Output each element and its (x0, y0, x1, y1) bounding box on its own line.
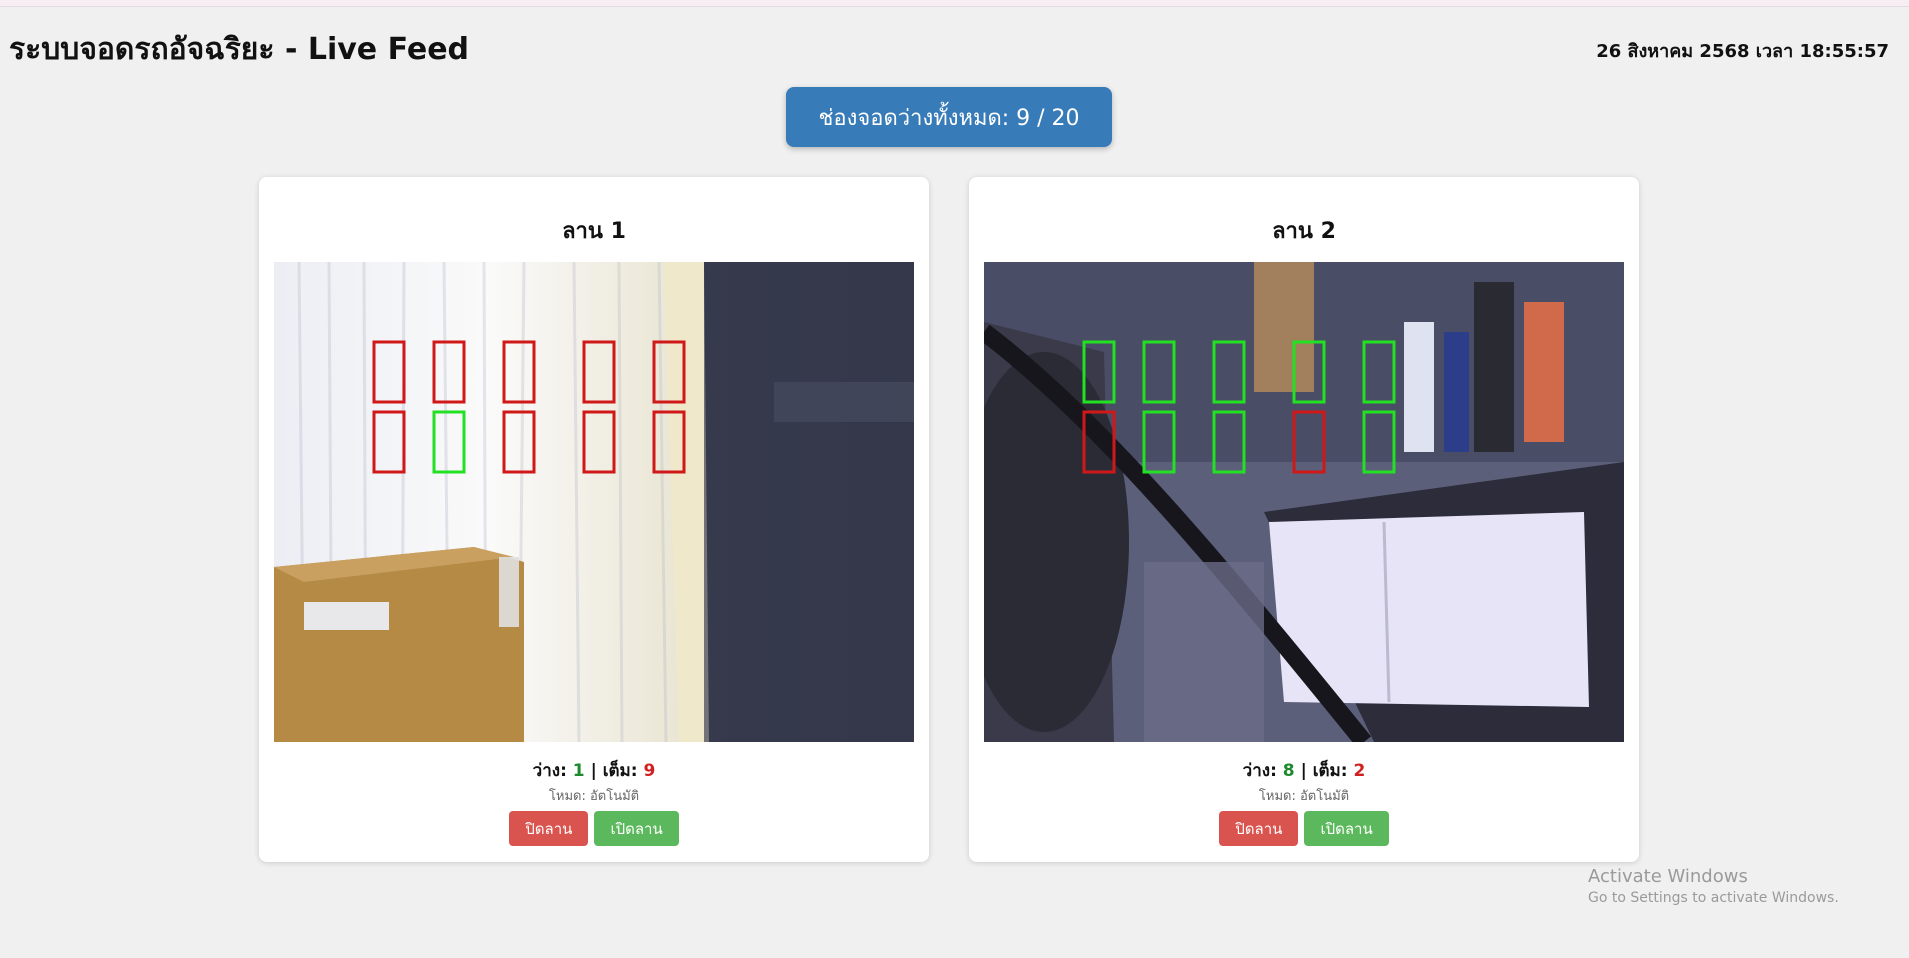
parking-slot-1-occupied (372, 340, 406, 404)
free-label: ว่าง: (1242, 761, 1277, 781)
parking-slot-2-free (1142, 340, 1176, 404)
parking-slot-6-occupied (372, 410, 406, 474)
parking-slot-3-free (1212, 340, 1246, 404)
total-free-slots-badge: ช่องจอดว่างทั้งหมด: 9 / 20 (786, 87, 1112, 147)
parking-slot-3-occupied (502, 340, 536, 404)
lot-card-1: ลาน 1 ว่าง: 1 | เต็ม: 9 โหมด: อัตโนมัติ … (259, 177, 929, 862)
parking-slot-5-occupied (652, 340, 686, 404)
parking-slot-9-occupied (582, 410, 616, 474)
parking-slot-7-free (1142, 410, 1176, 474)
parking-slot-9-occupied (1292, 410, 1326, 474)
lot-stats: ว่าง: 1 | เต็ม: 9 (259, 757, 929, 784)
page-title: ระบบจอดรถอัจฉริยะ - Live Feed (9, 32, 470, 67)
close-lot-button[interactable]: ปิดลาน (509, 811, 589, 846)
stat-separator: | (590, 761, 597, 781)
parking-slot-7-free (432, 410, 466, 474)
slot-overlay (1082, 340, 1396, 474)
full-label: เต็ม: (1312, 761, 1348, 781)
parking-slot-8-free (1212, 410, 1246, 474)
parking-slot-5-free (1362, 340, 1396, 404)
free-count: 1 (572, 761, 585, 781)
lot-actions: ปิดลาน เปิดลาน (259, 811, 929, 846)
lot-title: ลาน 2 (1272, 219, 1336, 244)
top-border (0, 0, 1909, 7)
activate-windows-watermark: Activate Windows Go to Settings to activ… (1588, 866, 1839, 906)
parking-slot-10-occupied (652, 410, 686, 474)
watermark-title: Activate Windows (1588, 866, 1748, 887)
parking-slot-1-free (1082, 340, 1116, 404)
parking-slot-4-free (1292, 340, 1326, 404)
full-label: เต็ม: (602, 761, 638, 781)
camera-feed (984, 262, 1624, 742)
lot-mode: โหมด: อัตโนมัติ (1258, 789, 1350, 804)
slot-overlay (372, 340, 686, 474)
free-label: ว่าง: (532, 761, 567, 781)
current-datetime: 26 สิงหาคม 2568 เวลา 18:55:57 (1596, 41, 1889, 62)
lot-stats: ว่าง: 8 | เต็ม: 2 (969, 757, 1639, 784)
full-count: 2 (1353, 761, 1366, 781)
open-lot-button[interactable]: เปิดลาน (594, 811, 679, 846)
open-lot-button[interactable]: เปิดลาน (1304, 811, 1389, 846)
lot-title: ลาน 1 (562, 219, 626, 244)
parking-slot-4-occupied (582, 340, 616, 404)
free-count: 8 (1282, 761, 1295, 781)
lot-actions: ปิดลาน เปิดลาน (969, 811, 1639, 846)
close-lot-button[interactable]: ปิดลาน (1219, 811, 1299, 846)
parking-slot-10-free (1362, 410, 1396, 474)
lot-card-2: ลาน 2 ว่าง: 8 | เต็ม: 2 โหมด: อัตโนมัติ … (969, 177, 1639, 862)
watermark-subtitle: Go to Settings to activate Windows. (1588, 890, 1839, 906)
camera-feed (274, 262, 914, 742)
parking-slot-6-occupied (1082, 410, 1116, 474)
lot-mode: โหมด: อัตโนมัติ (548, 789, 640, 804)
parking-slot-2-occupied (432, 340, 466, 404)
parking-slot-8-occupied (502, 410, 536, 474)
full-count: 9 (643, 761, 656, 781)
stat-separator: | (1300, 761, 1307, 781)
